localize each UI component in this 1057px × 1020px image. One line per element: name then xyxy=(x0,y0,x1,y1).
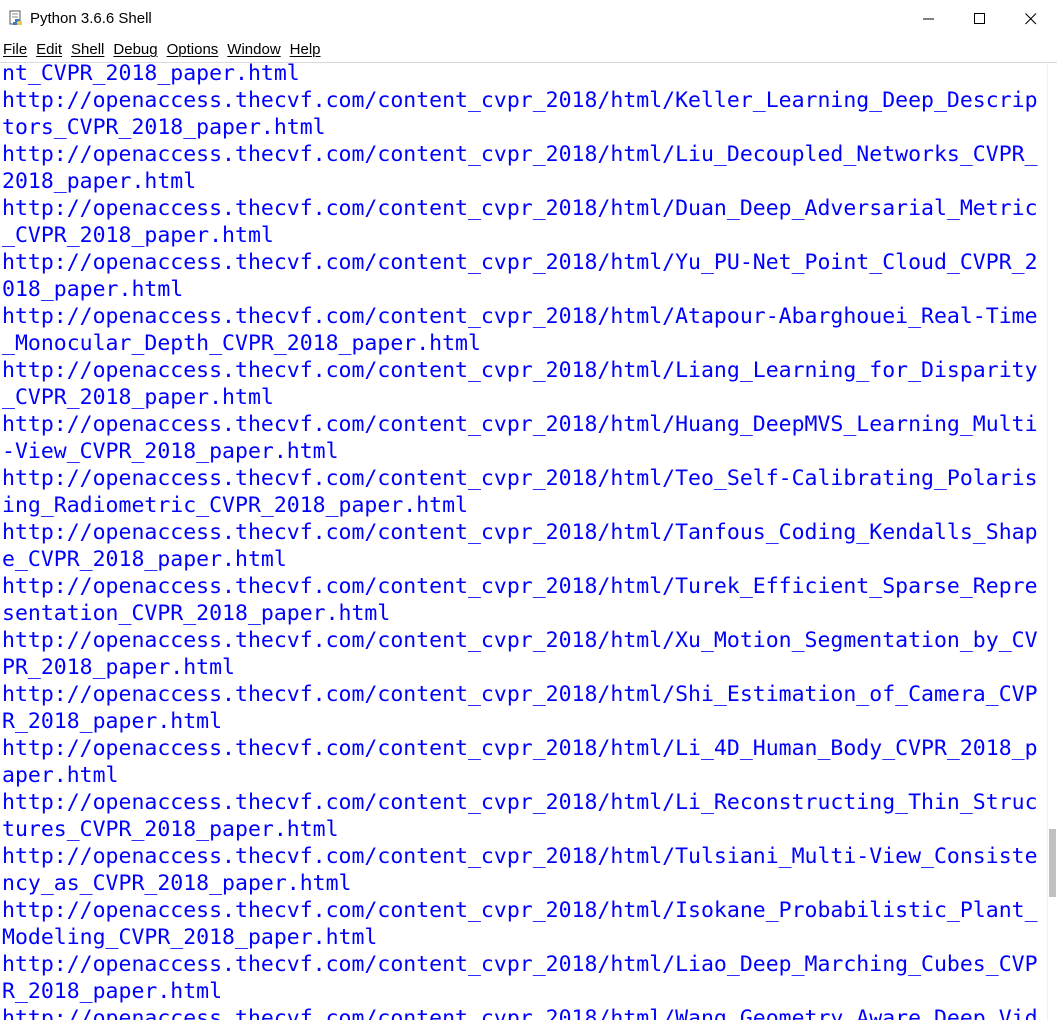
scrollbar-thumb[interactable] xyxy=(1049,829,1056,897)
output-line: aper.html xyxy=(2,763,119,788)
idle-shell-window: Python 3.6.6 Shell File Edit Shell Debug… xyxy=(0,0,1057,1020)
window-title: Python 3.6.6 Shell xyxy=(30,10,152,27)
output-line: ncy_as_CVPR_2018_paper.html xyxy=(2,871,352,896)
output-line: sentation_CVPR_2018_paper.html xyxy=(2,601,391,626)
menu-bar: File Edit Shell Debug Options Window Hel… xyxy=(0,38,1057,62)
output-line: http://openaccess.thecvf.com/content_cvp… xyxy=(2,520,1038,545)
close-button[interactable] xyxy=(1006,0,1056,38)
output-line: -View_CVPR_2018_paper.html xyxy=(2,439,339,464)
output-line: http://openaccess.thecvf.com/content_cvp… xyxy=(2,736,1038,761)
menu-shell[interactable]: Shell xyxy=(67,38,109,62)
output-line: http://openaccess.thecvf.com/content_cvp… xyxy=(2,952,1038,977)
menu-file[interactable]: File xyxy=(0,38,32,62)
output-line: http://openaccess.thecvf.com/content_cvp… xyxy=(2,574,1038,599)
output-line: PR_2018_paper.html xyxy=(2,655,235,680)
maximize-button[interactable] xyxy=(955,0,1005,38)
menu-edit[interactable]: Edit xyxy=(32,38,67,62)
output-line: http://openaccess.thecvf.com/content_cvp… xyxy=(2,466,1038,491)
output-line: http://openaccess.thecvf.com/content_cvp… xyxy=(2,682,1038,707)
output-line: 2018_paper.html xyxy=(2,169,197,194)
output-line: http://openaccess.thecvf.com/content_cvp… xyxy=(2,250,1038,275)
menu-help[interactable]: Help xyxy=(286,38,326,62)
output-line: Modeling_CVPR_2018_paper.html xyxy=(2,925,378,950)
output-line: http://openaccess.thecvf.com/content_cvp… xyxy=(2,142,1038,167)
output-line: http://openaccess.thecvf.com/content_cvp… xyxy=(2,196,1038,221)
output-line: http://openaccess.thecvf.com/content_cvp… xyxy=(2,304,1038,329)
python-idle-icon xyxy=(8,10,24,26)
output-line: R_2018_paper.html xyxy=(2,709,223,734)
menu-window[interactable]: Window xyxy=(223,38,285,62)
output-line: tors_CVPR_2018_paper.html xyxy=(2,115,326,140)
output-line: _CVPR_2018_paper.html xyxy=(2,223,274,248)
minimize-icon xyxy=(923,18,934,20)
output-line: http://openaccess.thecvf.com/content_cvp… xyxy=(2,88,1038,113)
output-line: _Monocular_Depth_CVPR_2018_paper.html xyxy=(2,331,481,356)
output-line: 018_paper.html xyxy=(2,277,184,302)
output-line: http://openaccess.thecvf.com/content_cvp… xyxy=(2,628,1038,653)
output-line: R_2018_paper.html xyxy=(2,979,223,1004)
menu-options[interactable]: Options xyxy=(163,38,224,62)
output-line: http://openaccess.thecvf.com/content_cvp… xyxy=(2,358,1038,383)
maximize-icon xyxy=(974,13,985,24)
minimize-button[interactable] xyxy=(904,0,954,38)
shell-output-area[interactable]: http://openaccess.thecvf.com/content_cvp… xyxy=(0,63,1047,1020)
output-line: http://openaccess.thecvf.com/content_cvp… xyxy=(2,790,1038,815)
close-icon xyxy=(1025,13,1037,25)
output-line: _CVPR_2018_paper.html xyxy=(2,385,274,410)
output-lines: http://openaccess.thecvf.com/content_cvp… xyxy=(2,63,1047,1020)
output-line: http://openaccess.thecvf.com/content_cvp… xyxy=(2,412,1038,437)
output-line: nt_CVPR_2018_paper.html xyxy=(2,63,300,86)
output-line: e_CVPR_2018_paper.html xyxy=(2,547,287,572)
output-line: http://openaccess.thecvf.com/content_cvp… xyxy=(2,1006,1038,1020)
output-line: http://openaccess.thecvf.com/content_cvp… xyxy=(2,844,1038,869)
title-bar[interactable]: Python 3.6.6 Shell xyxy=(0,0,1057,38)
output-line: ing_Radiometric_CVPR_2018_paper.html xyxy=(2,493,468,518)
output-line: http://openaccess.thecvf.com/content_cvp… xyxy=(2,898,1038,923)
scrollbar-track-edge xyxy=(1047,63,1048,1020)
menu-debug[interactable]: Debug xyxy=(109,38,162,62)
output-line: tures_CVPR_2018_paper.html xyxy=(2,817,339,842)
